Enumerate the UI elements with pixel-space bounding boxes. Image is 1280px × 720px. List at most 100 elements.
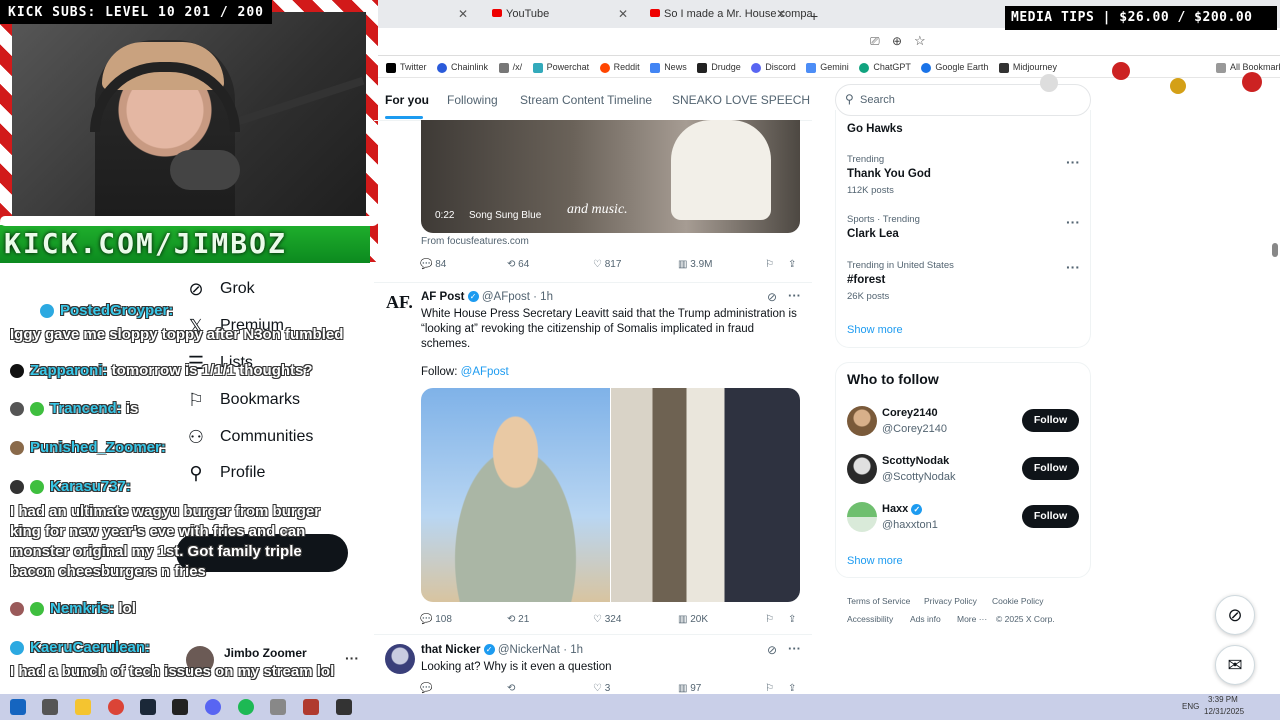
- close-icon[interactable]: ✕: [776, 7, 786, 21]
- share-icon[interactable]: ⇪: [788, 683, 796, 694]
- windows-start-icon[interactable]: [10, 699, 26, 715]
- video-source[interactable]: From focusfeatures.com: [421, 236, 529, 247]
- avatar[interactable]: [385, 644, 415, 674]
- bookmark-x[interactable]: /x/: [498, 56, 522, 77]
- avatar[interactable]: [847, 502, 877, 532]
- follow-button[interactable]: Follow: [1022, 457, 1079, 480]
- suggestion-name[interactable]: ScottyNodak: [882, 455, 949, 467]
- spotify-icon[interactable]: [238, 699, 254, 715]
- share-icon[interactable]: ⇪: [788, 259, 796, 270]
- post-image-leavitt[interactable]: [421, 388, 610, 602]
- tab-youtube[interactable]: YouTube ✕: [484, 4, 634, 26]
- footer-cookie[interactable]: Cookie Policy: [992, 596, 1044, 606]
- follow-button[interactable]: Follow: [1022, 409, 1079, 432]
- close-icon[interactable]: ✕: [618, 7, 628, 21]
- bookmark-news[interactable]: News: [650, 56, 687, 77]
- suggestion-name[interactable]: Corey2140: [882, 407, 938, 419]
- bookmark-icon[interactable]: ⚐: [765, 614, 774, 625]
- share-icon[interactable]: ⇪: [788, 614, 796, 625]
- chrome-icon[interactable]: [108, 699, 124, 715]
- grok-icon[interactable]: ⊘: [767, 290, 777, 304]
- footer-terms[interactable]: Terms of Service: [847, 596, 910, 606]
- views-button[interactable]: ▥ 97: [678, 683, 701, 694]
- clock-date[interactable]: 12/31/2025: [1204, 707, 1244, 716]
- clock-time[interactable]: 3:39 PM: [1208, 695, 1238, 704]
- bookmark-reddit[interactable]: Reddit: [599, 56, 640, 77]
- app-icon[interactable]: [336, 699, 352, 715]
- messages-fab-icon[interactable]: ✉: [1215, 645, 1255, 685]
- footer-accessibility[interactable]: Accessibility: [847, 614, 893, 624]
- footer-privacy[interactable]: Privacy Policy: [924, 596, 977, 606]
- more-icon[interactable]: ···: [788, 288, 801, 303]
- avatar[interactable]: [847, 454, 877, 484]
- tab-sneako[interactable]: SNEAKO LOVE SPEECH: [672, 93, 810, 107]
- video-player[interactable]: 0:22 Song Sung Blue and music.: [421, 120, 800, 233]
- more-icon[interactable]: ···: [1066, 214, 1080, 230]
- bookmark-google-earth[interactable]: Google Earth: [921, 56, 988, 77]
- author-name[interactable]: AF Post: [421, 291, 464, 303]
- like-button[interactable]: ♡ 324: [593, 614, 621, 625]
- scrollbar-thumb[interactable]: [1272, 243, 1278, 257]
- suggestion-name[interactable]: Haxx ✓: [882, 503, 923, 515]
- more-icon[interactable]: ···: [1066, 154, 1080, 170]
- star-icon[interactable]: ☆: [914, 33, 926, 49]
- more-icon[interactable]: ···: [1066, 259, 1080, 275]
- bookmark-chatgpt[interactable]: ChatGPT: [859, 56, 911, 77]
- tab-stream-content[interactable]: Stream Content Timeline: [520, 93, 652, 107]
- bookmark-chainlink[interactable]: Chainlink: [437, 56, 488, 77]
- views-button[interactable]: ▥ 3.9M: [678, 259, 712, 270]
- afpost-avatar[interactable]: AF.: [386, 292, 413, 313]
- reply-button[interactable]: 💬 108: [420, 614, 452, 625]
- app-icon[interactable]: [270, 699, 286, 715]
- file-explorer-icon[interactable]: [75, 699, 91, 715]
- mention-link[interactable]: @AFpost: [461, 366, 509, 378]
- trend-name[interactable]: Clark Lea: [847, 228, 899, 240]
- footer-more[interactable]: More ···: [957, 614, 987, 624]
- media-tips-goal: MEDIA TIPS | $26.00 / $200.00: [1005, 6, 1277, 30]
- author-handle[interactable]: @NickerNat · 1h: [498, 644, 583, 656]
- post-image-raid[interactable]: [611, 388, 800, 602]
- follow-button[interactable]: Follow: [1022, 505, 1079, 528]
- show-more-link[interactable]: Show more: [847, 324, 903, 336]
- bookmark-twitter[interactable]: Twitter: [386, 56, 427, 77]
- discord-icon[interactable]: [205, 699, 221, 715]
- repost-button[interactable]: ⟲: [507, 683, 515, 694]
- bookmark-icon[interactable]: ⚐: [765, 259, 774, 270]
- grok-fab-icon[interactable]: ⊘: [1215, 595, 1255, 635]
- views-button[interactable]: ▥ 20K: [678, 614, 708, 625]
- cast-icon[interactable]: ⎚: [870, 34, 880, 49]
- author-handle[interactable]: @AFpost · 1h: [482, 291, 553, 303]
- more-icon[interactable]: ···: [788, 641, 801, 656]
- repost-button[interactable]: ⟲ 64: [507, 259, 529, 270]
- bookmark-drudge[interactable]: Drudge: [697, 56, 741, 77]
- reply-button[interactable]: 💬: [420, 683, 432, 694]
- avatar[interactable]: [847, 406, 877, 436]
- bookmark-powerchat[interactable]: Powerchat: [532, 56, 589, 77]
- reply-button[interactable]: 💬 84: [420, 259, 446, 270]
- like-button[interactable]: ♡ 3: [593, 683, 610, 694]
- steam-icon[interactable]: [140, 699, 156, 715]
- show-more-link[interactable]: Show more: [847, 555, 903, 567]
- tab-video[interactable]: So I made a Mr. House compa ✕: [642, 4, 813, 26]
- kick-subs-goal: KICK SUBS: LEVEL 10 201 / 200: [0, 0, 272, 24]
- bookmark-icon[interactable]: ⚐: [765, 683, 774, 694]
- task-view-icon[interactable]: [42, 699, 58, 715]
- new-tab-button[interactable]: +: [802, 4, 826, 26]
- terminal-icon[interactable]: [172, 699, 188, 715]
- tab-for-you[interactable]: For you: [385, 93, 429, 107]
- trend-name[interactable]: Thank You God: [847, 168, 931, 180]
- app-icon[interactable]: [303, 699, 319, 715]
- trend-name[interactable]: Go Hawks: [847, 123, 903, 135]
- repost-button[interactable]: ⟲ 21: [507, 614, 529, 625]
- footer-ads-info[interactable]: Ads info: [910, 614, 941, 624]
- bookmark-discord[interactable]: Discord: [751, 56, 796, 77]
- like-button[interactable]: ♡ 817: [593, 259, 621, 270]
- bookmark-gemini[interactable]: Gemini: [806, 56, 849, 77]
- trend-name[interactable]: #forest: [847, 274, 885, 286]
- grok-icon[interactable]: ⊘: [767, 643, 777, 657]
- zoom-icon[interactable]: ⊕: [892, 34, 902, 48]
- author-name[interactable]: that Nicker: [421, 644, 480, 656]
- tab-close-icon[interactable]: ✕: [458, 4, 474, 26]
- language-indicator[interactable]: ENG: [1182, 702, 1199, 711]
- tab-following[interactable]: Following: [447, 93, 498, 107]
